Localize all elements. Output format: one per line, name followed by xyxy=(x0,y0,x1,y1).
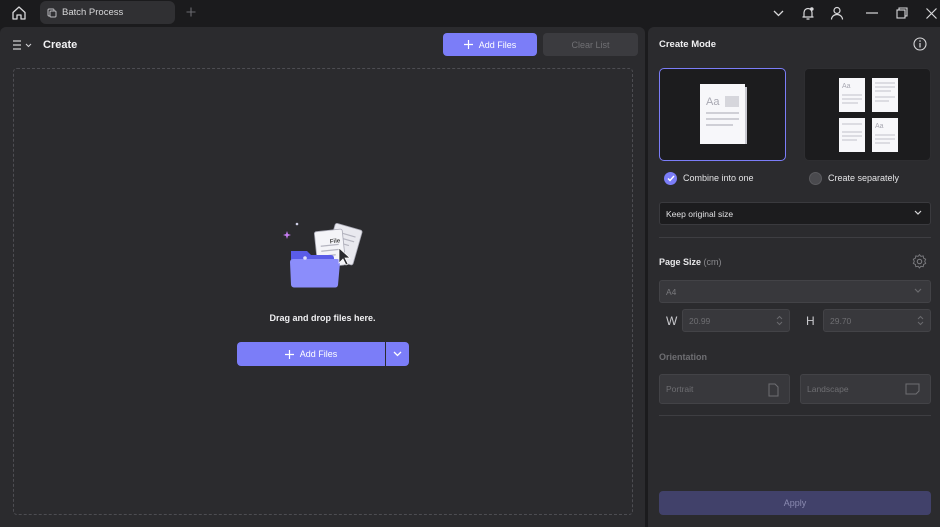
minimize-button[interactable] xyxy=(861,3,883,23)
create-separately-option[interactable]: Create separately xyxy=(809,170,899,186)
chevron-down-icon xyxy=(393,351,402,357)
add-files-button[interactable]: Add Files xyxy=(443,33,537,56)
restore-button[interactable] xyxy=(891,3,913,23)
stepper-icon[interactable] xyxy=(776,315,783,326)
radio-selected[interactable] xyxy=(664,171,677,185)
clear-list-label: Clear List xyxy=(571,39,610,50)
menu-icon xyxy=(13,40,32,50)
restore-icon xyxy=(896,7,908,19)
separate-label: Create separately xyxy=(828,173,900,183)
combine-mode-card[interactable]: Aa xyxy=(659,68,786,161)
home-icon xyxy=(12,6,26,20)
page-size-label: Page Size xyxy=(659,257,702,267)
radio-unselected[interactable] xyxy=(809,171,822,185)
create-mode-title: Create Mode xyxy=(659,39,717,50)
separate-mode-card[interactable]: Aa Aa xyxy=(804,68,931,161)
close-button[interactable] xyxy=(920,3,940,23)
combine-label: Combine into one xyxy=(683,173,754,183)
apply-button[interactable]: Apply xyxy=(659,491,931,515)
tab-doc-icon xyxy=(47,8,57,17)
portrait-button[interactable]: Portrait xyxy=(659,374,790,404)
bell-icon xyxy=(802,6,814,20)
chevron-down-icon xyxy=(914,210,922,215)
width-input[interactable]: 20.99 xyxy=(682,309,790,332)
orientation-heading: Orientation xyxy=(659,352,708,362)
paper-size-select[interactable]: A4 xyxy=(659,280,931,303)
drop-instructions: Drag and drop files here. xyxy=(269,313,376,323)
page-size-unit: (cm) xyxy=(703,257,722,267)
paper-size-value: A4 xyxy=(666,286,677,297)
page-size-heading: Page Size (cm) xyxy=(659,256,722,268)
portrait-label: Portrait xyxy=(666,384,694,394)
divider xyxy=(659,415,931,416)
combine-into-one-option[interactable]: Combine into one xyxy=(664,170,754,186)
close-icon xyxy=(925,7,937,19)
add-files-main-button[interactable]: Add Files xyxy=(237,342,385,366)
portrait-icon xyxy=(768,383,779,397)
chevron-down-icon xyxy=(914,288,922,293)
height-label: H xyxy=(806,314,815,328)
tab-title: Batch Process xyxy=(62,7,124,18)
card-sample-text: Aa xyxy=(706,96,720,108)
notifications-button[interactable] xyxy=(797,3,819,23)
view-menu-button[interactable] xyxy=(12,37,36,53)
illustration-label: File xyxy=(330,238,342,245)
user-icon xyxy=(830,6,844,20)
chevron-down-icon xyxy=(773,10,783,16)
home-button[interactable] xyxy=(8,3,30,23)
multiple-documents-preview: Aa Aa xyxy=(839,78,898,152)
account-menu-button[interactable] xyxy=(767,3,789,23)
landscape-icon xyxy=(905,383,920,395)
height-value: 29.70 xyxy=(830,315,852,326)
user-button[interactable] xyxy=(826,3,848,23)
page-title: Create xyxy=(43,39,78,51)
check-icon xyxy=(667,175,675,182)
add-files-dropdown-button[interactable] xyxy=(386,342,409,366)
card-sample-text: Aa xyxy=(875,123,884,130)
minimize-icon xyxy=(866,12,878,14)
height-input[interactable]: 29.70 xyxy=(823,309,931,332)
stepper-icon[interactable] xyxy=(917,315,924,326)
add-files-main-label: Add Files xyxy=(299,349,338,359)
new-tab-button[interactable] xyxy=(183,4,199,20)
plus-icon xyxy=(463,40,473,49)
add-files-label: Add Files xyxy=(478,39,517,50)
plus-icon xyxy=(186,7,196,17)
settings-icon[interactable] xyxy=(912,254,927,269)
clear-list-button[interactable]: Clear List xyxy=(543,33,638,56)
size-select-value: Keep original size xyxy=(666,208,734,219)
folder-files-illustration: File xyxy=(283,222,363,288)
landscape-button[interactable]: Landscape xyxy=(800,374,931,404)
single-document-preview: Aa xyxy=(700,84,747,144)
card-sample-text: Aa xyxy=(842,83,851,90)
landscape-label: Landscape xyxy=(807,384,849,394)
width-value: 20.99 xyxy=(689,315,711,326)
tab-batch-process[interactable]: Batch Process xyxy=(40,1,175,24)
info-icon[interactable] xyxy=(913,37,927,51)
plus-icon xyxy=(284,349,294,359)
width-label: W xyxy=(666,314,678,328)
divider xyxy=(659,237,931,238)
apply-label: Apply xyxy=(783,498,807,508)
size-select[interactable]: Keep original size xyxy=(659,202,931,225)
